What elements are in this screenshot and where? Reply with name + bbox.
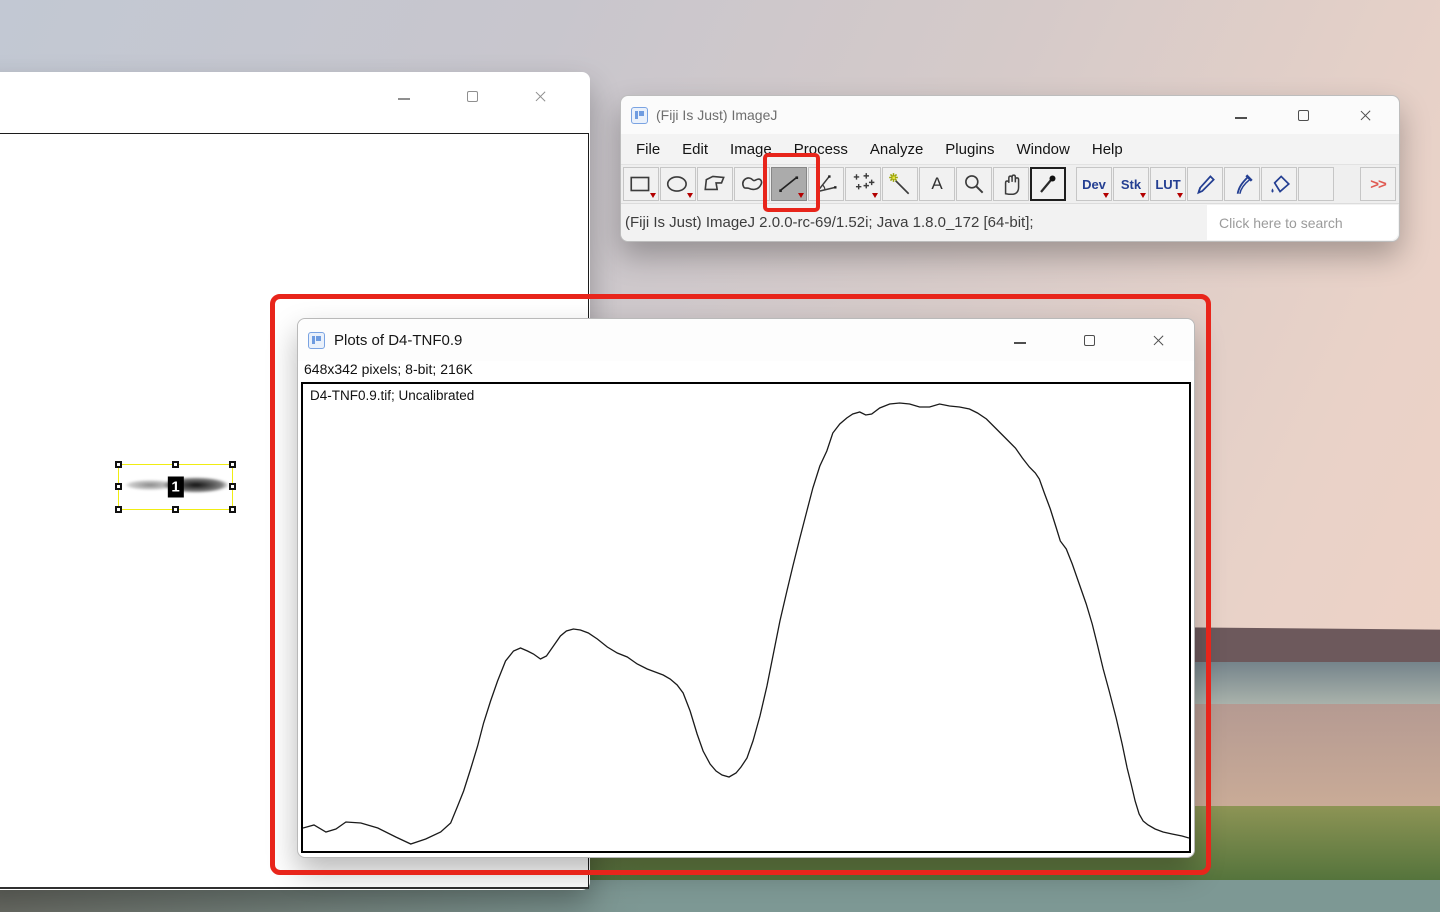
minimize-button[interactable]: [1231, 105, 1251, 125]
imagej-statusbar: (Fiji Is Just) ImageJ 2.0.0-rc-69/1.52i;…: [621, 204, 1399, 241]
wand-icon: [887, 171, 913, 197]
plot-annotation-label: D4-TNF0.9.tif; Uncalibrated: [310, 388, 474, 403]
polygon-tool-button[interactable]: [697, 167, 733, 201]
imagej-main-window: (Fiji Is Just) ImageJ File Edit Image Pr…: [620, 95, 1400, 242]
imagej-app-icon: [631, 107, 648, 124]
menu-help[interactable]: Help: [1081, 138, 1134, 161]
polygon-icon: [702, 171, 728, 197]
plot-canvas[interactable]: D4-TNF0.9.tif; Uncalibrated: [301, 382, 1191, 853]
menu-analyze[interactable]: Analyze: [859, 138, 934, 161]
menu-image[interactable]: Image: [719, 138, 783, 161]
menu-window[interactable]: Window: [1006, 138, 1081, 161]
selection-handle[interactable]: [229, 506, 236, 513]
close-button[interactable]: [530, 86, 550, 106]
imagej-toolbar: A Dev Stk LUT: [621, 164, 1399, 204]
dropdown-triangle-icon: [798, 193, 804, 198]
dropdown-triangle-icon: [1140, 193, 1146, 198]
fill-tool-button[interactable]: [1261, 167, 1297, 201]
image-window-titlebar[interactable]: [0, 72, 590, 133]
line-tool-button[interactable]: [771, 167, 807, 201]
selection-handle[interactable]: [172, 506, 179, 513]
plot-image-info: 648x342 pixels; 8-bit; 216K: [298, 361, 1194, 381]
dropdown-triangle-icon: [1177, 193, 1183, 198]
plot-window-titlebar[interactable]: Plots of D4-TNF0.9: [298, 319, 1194, 361]
profile-plot: [303, 384, 1189, 851]
minimize-button[interactable]: [1010, 330, 1030, 350]
dropdown-triangle-icon: [650, 193, 656, 198]
dropdown-triangle-icon: [1103, 193, 1109, 198]
angle-tool-button[interactable]: [808, 167, 844, 201]
maximize-button[interactable]: [462, 86, 482, 106]
rectangle-tool-button[interactable]: [623, 167, 659, 201]
angle-icon: [813, 171, 839, 197]
selection-handle[interactable]: [115, 506, 122, 513]
brush-tool-button[interactable]: [1224, 167, 1260, 201]
stk-tool-button[interactable]: Stk: [1113, 167, 1149, 201]
maximize-icon: [1298, 110, 1309, 121]
selection-handle[interactable]: [229, 483, 236, 490]
imagej-window-title: (Fiji Is Just) ImageJ: [656, 107, 777, 123]
maximize-icon: [1084, 335, 1095, 346]
close-icon: [1359, 109, 1372, 122]
dropdown-triangle-icon: [687, 193, 693, 198]
spare-tool-button[interactable]: [1298, 167, 1334, 201]
pencil-icon: [1192, 171, 1218, 197]
minimize-icon: [398, 98, 410, 100]
selection-handle[interactable]: [172, 461, 179, 468]
oval-tool-button[interactable]: [660, 167, 696, 201]
imagej-titlebar[interactable]: (Fiji Is Just) ImageJ: [621, 96, 1399, 134]
selection-handle[interactable]: [115, 483, 122, 490]
profile-curve: [303, 403, 1189, 844]
magnifier-icon: [961, 171, 987, 197]
lut-label: LUT: [1155, 177, 1180, 192]
freehand-icon: [739, 171, 765, 197]
minimize-icon: [1235, 117, 1247, 119]
dev-tool-button[interactable]: Dev: [1076, 167, 1112, 201]
menu-edit[interactable]: Edit: [671, 138, 719, 161]
pencil-tool-button[interactable]: [1187, 167, 1223, 201]
band-number-label: 1: [167, 477, 183, 498]
band-selection-rect[interactable]: 1: [118, 464, 233, 510]
status-text: (Fiji Is Just) ImageJ 2.0.0-rc-69/1.52i;…: [621, 214, 1034, 231]
close-icon: [1152, 334, 1165, 347]
more-tools-icon: >>: [1370, 176, 1386, 193]
wand-tool-button[interactable]: [882, 167, 918, 201]
zoom-tool-button[interactable]: [956, 167, 992, 201]
close-icon: [534, 90, 547, 103]
close-button[interactable]: [1355, 105, 1375, 125]
hand-icon: [998, 171, 1024, 197]
maximize-icon: [467, 91, 478, 102]
maximize-button[interactable]: [1079, 330, 1099, 350]
minimize-button[interactable]: [394, 86, 414, 106]
text-tool-button[interactable]: A: [919, 167, 955, 201]
selection-handle[interactable]: [229, 461, 236, 468]
menu-plugins[interactable]: Plugins: [934, 138, 1005, 161]
color-picker-tool-button[interactable]: [1030, 167, 1066, 201]
menu-file[interactable]: File: [625, 138, 671, 161]
close-button[interactable]: [1148, 330, 1168, 350]
paint-bucket-icon: [1266, 171, 1292, 197]
maximize-button[interactable]: [1293, 105, 1313, 125]
eyedropper-icon: [1036, 172, 1060, 196]
text-tool-icon: A: [931, 174, 942, 194]
lut-tool-button[interactable]: LUT: [1150, 167, 1186, 201]
imagej-menubar: File Edit Image Process Analyze Plugins …: [621, 134, 1399, 164]
plot-window: Plots of D4-TNF0.9 648x342 pixels; 8-bit…: [297, 318, 1195, 858]
minimize-icon: [1014, 342, 1026, 344]
point-tool-button[interactable]: [845, 167, 881, 201]
hand-tool-button[interactable]: [993, 167, 1029, 201]
selection-handle[interactable]: [115, 461, 122, 468]
search-input[interactable]: [1207, 205, 1398, 240]
brush-icon: [1229, 171, 1255, 197]
dev-label: Dev: [1082, 177, 1106, 192]
menu-process[interactable]: Process: [783, 138, 859, 161]
imagej-app-icon: [308, 332, 325, 349]
dropdown-triangle-icon: [872, 193, 878, 198]
freehand-tool-button[interactable]: [734, 167, 770, 201]
plot-window-title: Plots of D4-TNF0.9: [334, 332, 462, 349]
more-tools-button[interactable]: >>: [1360, 167, 1396, 201]
stk-label: Stk: [1121, 177, 1141, 192]
